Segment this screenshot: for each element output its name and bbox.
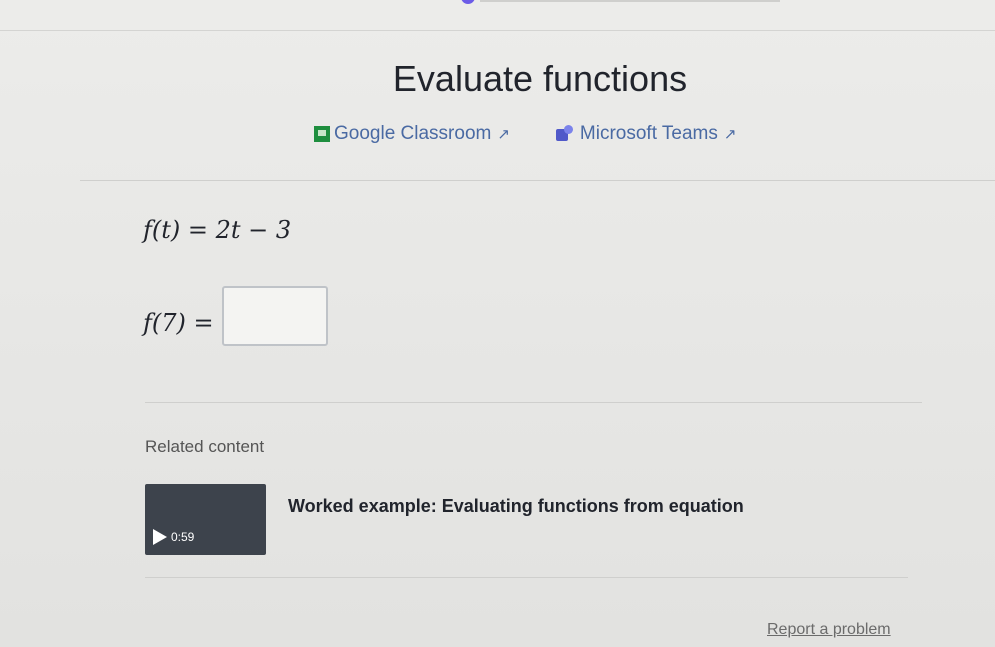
- share-links: Google Classroom ↗ Microsoft Teams ↗: [314, 122, 736, 146]
- progress-track: [480, 0, 780, 2]
- video-duration: 0:59: [171, 530, 195, 544]
- exercise-title: Evaluate functions: [392, 58, 688, 99]
- play-icon: [153, 529, 167, 545]
- microsoft-teams-link[interactable]: Microsoft Teams ↗: [555, 123, 737, 145]
- progress-header: [0, 0, 995, 31]
- report-problem-link[interactable]: Report a problem: [767, 621, 891, 639]
- google-classroom-link[interactable]: Google Classroom ↗: [314, 123, 510, 145]
- question-row: f(7) =: [143, 286, 328, 346]
- microsoft-teams-icon: [555, 125, 576, 143]
- divider: [145, 577, 908, 578]
- progress-indicator: [461, 0, 475, 4]
- divider: [145, 402, 922, 403]
- exercise-page: Evaluate functions Google Classroom ↗ Mi…: [0, 0, 995, 647]
- external-link-icon: ↗: [723, 126, 737, 143]
- function-definition: f(t) = 2t − 3: [143, 216, 292, 244]
- video-play-overlay: 0:59: [153, 529, 194, 545]
- video-thumbnail[interactable]: 0:59: [145, 484, 266, 555]
- video-title-link[interactable]: Worked example: Evaluating functions fro…: [288, 496, 744, 517]
- microsoft-teams-label: Microsoft Teams: [579, 123, 718, 144]
- google-classroom-label: Google Classroom: [334, 123, 492, 144]
- google-classroom-icon: [314, 126, 330, 142]
- external-link-icon: ↗: [497, 126, 510, 143]
- question-label: f(7) =: [143, 309, 214, 337]
- divider: [80, 180, 995, 181]
- answer-input[interactable]: [221, 286, 328, 346]
- related-content-heading: Related content: [145, 437, 265, 456]
